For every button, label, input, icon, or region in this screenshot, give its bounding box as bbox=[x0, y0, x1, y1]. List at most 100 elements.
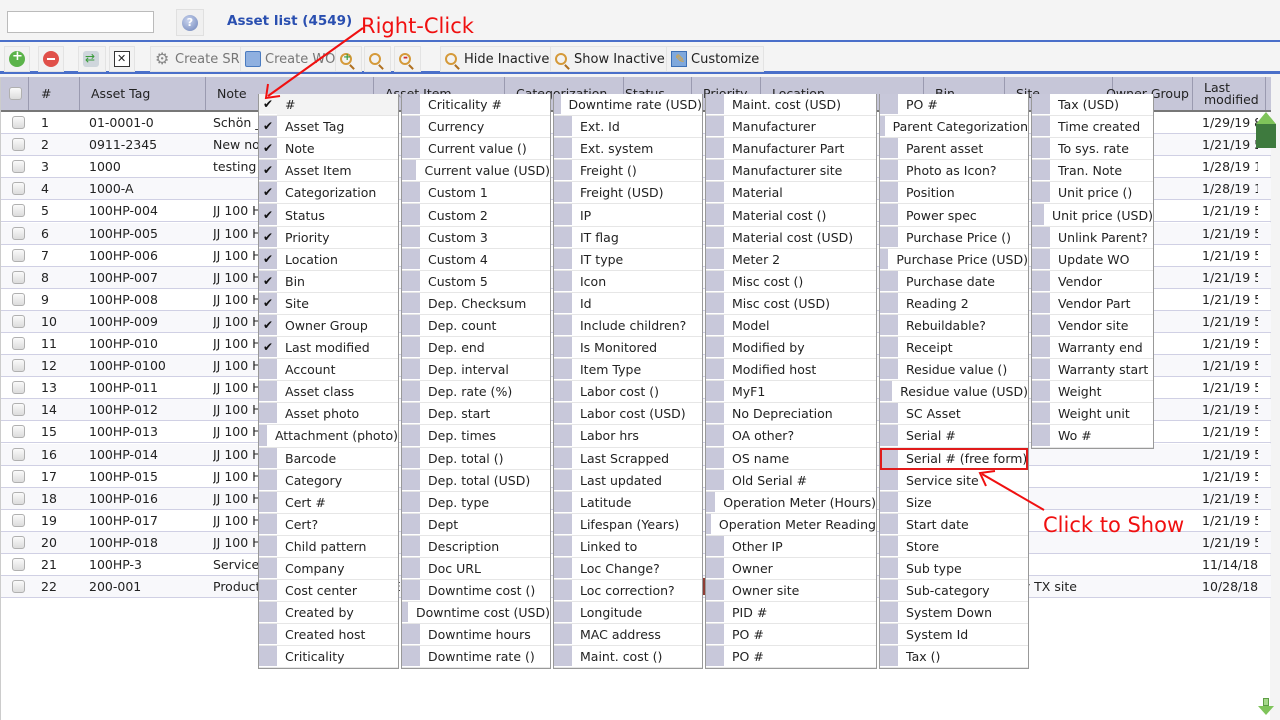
menu-item[interactable]: Current value (USD) bbox=[402, 160, 550, 183]
menu-item[interactable]: Latitude bbox=[554, 491, 702, 514]
menu-item[interactable]: Modified by bbox=[706, 337, 876, 360]
menu-item[interactable]: Custom 5 bbox=[402, 270, 550, 293]
row-checkbox[interactable] bbox=[12, 337, 25, 350]
menu-item[interactable]: Sub type bbox=[880, 557, 1028, 581]
menu-item[interactable]: Parent asset bbox=[880, 138, 1028, 161]
menu-item[interactable]: Warranty end bbox=[1032, 337, 1153, 360]
menu-item[interactable]: System Id bbox=[880, 624, 1028, 647]
row-checkbox[interactable] bbox=[12, 447, 25, 461]
menu-item[interactable]: Size bbox=[880, 491, 1028, 514]
menu-item[interactable]: Custom 4 bbox=[402, 248, 550, 271]
menu-item[interactable]: Material bbox=[706, 182, 876, 205]
menu-item[interactable]: ✔ Categorization bbox=[259, 182, 398, 205]
menu-item[interactable]: ✔ Bin bbox=[259, 270, 398, 293]
menu-item[interactable]: IP bbox=[554, 204, 702, 227]
menu-item[interactable]: Barcode bbox=[259, 447, 398, 470]
create-sr-button[interactable]: ⚙ Create SR bbox=[150, 46, 245, 72]
menu-item[interactable]: Created host bbox=[259, 624, 398, 647]
menu-item[interactable]: Created by bbox=[259, 602, 398, 625]
menu-item[interactable]: Operation Meter (Hours) bbox=[706, 491, 876, 514]
menu-item[interactable]: Vendor site bbox=[1032, 314, 1153, 338]
menu-item[interactable]: IT type bbox=[554, 248, 702, 271]
menu-item[interactable]: Manufacturer bbox=[706, 116, 876, 139]
menu-item[interactable]: Linked to bbox=[554, 535, 702, 558]
row-checkbox[interactable] bbox=[12, 204, 25, 218]
menu-item[interactable]: Lifespan (Years) bbox=[554, 513, 702, 536]
menu-item[interactable]: Dept bbox=[402, 513, 550, 536]
menu-item[interactable]: Misc cost (USD) bbox=[706, 292, 876, 315]
menu-item[interactable]: To sys. rate bbox=[1032, 138, 1153, 161]
menu-item[interactable]: Account bbox=[259, 359, 398, 382]
menu-item[interactable]: Dep. end bbox=[402, 337, 550, 360]
menu-item[interactable]: Update WO bbox=[1032, 248, 1153, 271]
row-checkbox[interactable] bbox=[12, 558, 25, 571]
menu-item[interactable]: Residue value (USD) bbox=[880, 381, 1028, 404]
menu-item[interactable]: Sub-category bbox=[880, 580, 1028, 603]
menu-item[interactable]: Warranty start bbox=[1032, 359, 1153, 382]
menu-item[interactable]: PID # bbox=[706, 602, 876, 625]
menu-item[interactable]: Criticality # bbox=[402, 94, 550, 117]
menu-item[interactable]: PO # bbox=[706, 646, 876, 669]
menu-item[interactable]: Material cost (USD) bbox=[706, 226, 876, 249]
menu-item[interactable]: Dep. interval bbox=[402, 359, 550, 382]
show-inactive-button[interactable]: Show Inactive bbox=[550, 46, 670, 72]
menu-item[interactable]: Custom 1 bbox=[402, 182, 550, 205]
menu-item[interactable]: Downtime hours bbox=[402, 624, 550, 647]
search-input[interactable] bbox=[7, 11, 154, 33]
menu-item[interactable]: Last updated bbox=[554, 469, 702, 492]
scroll-down-button[interactable] bbox=[1258, 698, 1274, 716]
menu-item[interactable]: PO # bbox=[706, 624, 876, 647]
menu-item[interactable]: Attachment (photo) bbox=[259, 425, 398, 448]
menu-item[interactable]: Dep. rate (%) bbox=[402, 381, 550, 404]
menu-item[interactable]: Description bbox=[402, 535, 550, 558]
remove-button[interactable] bbox=[38, 46, 64, 72]
scroll-up-button[interactable] bbox=[1255, 112, 1277, 148]
row-checkbox[interactable] bbox=[12, 425, 25, 439]
menu-item[interactable]: Dep. Checksum bbox=[402, 292, 550, 315]
select-all-checkbox[interactable] bbox=[9, 87, 22, 100]
menu-item[interactable]: Child pattern bbox=[259, 535, 398, 558]
menu-item[interactable]: Modified host bbox=[706, 359, 876, 382]
add-button[interactable] bbox=[4, 46, 30, 72]
menu-item[interactable]: Position bbox=[880, 182, 1028, 205]
row-checkbox[interactable] bbox=[12, 248, 25, 262]
menu-item[interactable]: Cost center bbox=[259, 580, 398, 603]
clear-button[interactable] bbox=[109, 46, 135, 72]
menu-item[interactable]: Owner bbox=[706, 557, 876, 581]
search-button[interactable] bbox=[364, 46, 391, 72]
menu-item[interactable]: Weight bbox=[1032, 381, 1153, 404]
menu-item[interactable]: Id bbox=[554, 292, 702, 315]
scrollbar-thumb[interactable] bbox=[1256, 124, 1276, 148]
menu-item[interactable]: Asset photo bbox=[259, 403, 398, 426]
menu-item[interactable]: Dep. total (USD) bbox=[402, 469, 550, 492]
menu-item[interactable]: Downtime cost (USD) bbox=[402, 602, 550, 625]
menu-item[interactable]: Manufacturer site bbox=[706, 160, 876, 183]
menu-item[interactable]: Include children? bbox=[554, 314, 702, 338]
menu-item[interactable]: Unit price (USD) bbox=[1032, 204, 1153, 227]
menu-item[interactable]: Last Scrapped bbox=[554, 447, 702, 470]
menu-item[interactable]: Downtime cost () bbox=[402, 580, 550, 603]
menu-item[interactable]: Material cost () bbox=[706, 204, 876, 227]
row-checkbox[interactable] bbox=[12, 403, 25, 417]
menu-item[interactable]: ✔ Note bbox=[259, 138, 398, 161]
menu-item[interactable]: Labor hrs bbox=[554, 425, 702, 448]
menu-item[interactable]: Model bbox=[706, 314, 876, 338]
column-header-num[interactable]: # bbox=[33, 77, 80, 110]
menu-item[interactable]: ✔ Status bbox=[259, 204, 398, 227]
menu-item[interactable]: Dep. start bbox=[402, 403, 550, 426]
menu-item[interactable]: Ext. system bbox=[554, 138, 702, 161]
menu-item[interactable]: Unlink Parent? bbox=[1032, 226, 1153, 249]
row-checkbox[interactable] bbox=[12, 314, 25, 328]
zoom-out-button[interactable] bbox=[394, 46, 421, 72]
menu-item[interactable]: Time created bbox=[1032, 116, 1153, 139]
menu-item[interactable]: Power spec bbox=[880, 204, 1028, 227]
menu-item[interactable]: Dep. total () bbox=[402, 447, 550, 470]
menu-item[interactable]: Dep. type bbox=[402, 491, 550, 514]
menu-item[interactable]: Weight unit bbox=[1032, 403, 1153, 426]
menu-item[interactable]: Downtime rate (USD) bbox=[554, 94, 702, 117]
row-checkbox[interactable] bbox=[12, 580, 25, 594]
row-checkbox[interactable] bbox=[12, 469, 25, 483]
menu-item[interactable]: Old Serial # bbox=[706, 469, 876, 492]
menu-item[interactable]: Owner site bbox=[706, 580, 876, 603]
menu-item[interactable]: Tran. Note bbox=[1032, 160, 1153, 183]
